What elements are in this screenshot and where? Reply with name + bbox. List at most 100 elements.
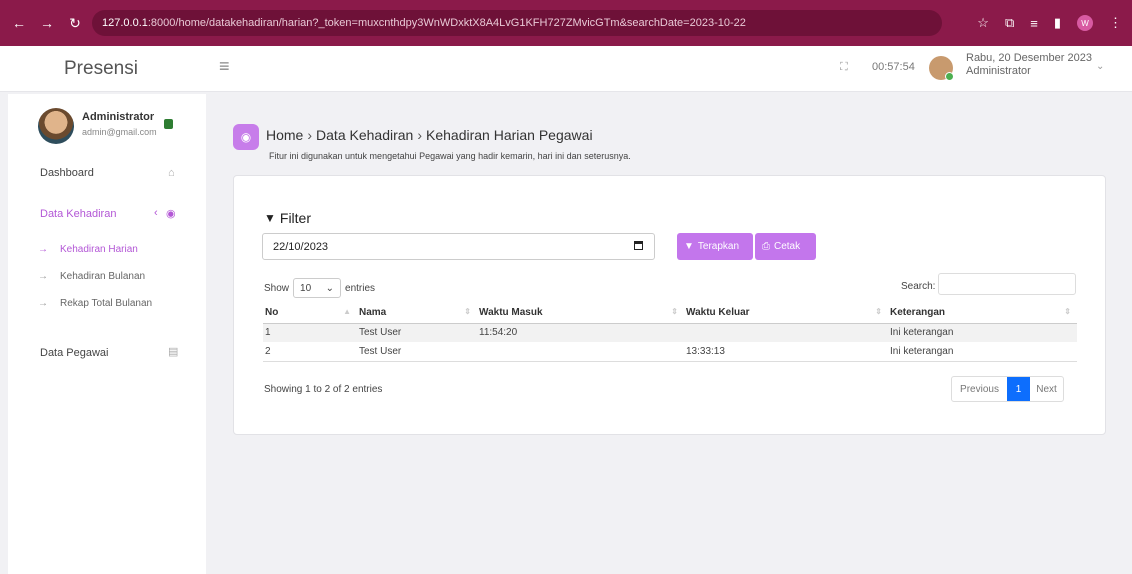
chevron-left-icon[interactable]: ‹ [154,207,158,219]
show-entries: Show 10 ⌄ entries [264,278,375,298]
cell-name: Test User [357,342,477,362]
apply-button[interactable]: ▼ Terapkan [677,233,753,260]
browser-menu-icon[interactable]: ⋮ [1109,15,1122,31]
bookmark-star-icon[interactable]: ☆ [977,15,989,31]
attendance-table: No ▲ Nama ⇕ Waktu Masuk ⇕ Waktu Keluar ⇕ Ket… [263,302,1077,362]
column-label: Waktu Masuk [479,306,543,318]
cell-notes: Ini keterangan [888,323,1077,342]
column-header-no[interactable]: No ▲ [263,302,357,324]
contact-book-icon: ▤ [168,346,179,358]
chevron-down-icon[interactable]: ⌄ [1096,61,1104,72]
column-header-time-in[interactable]: Waktu Masuk ⇕ [477,302,684,324]
reload-icon[interactable]: ↻ [68,15,82,32]
app-header: Presensi ≡ ⛶ 00:57:54 Rabu, 20 Desember … [0,46,1132,92]
reading-list-icon[interactable]: ≡ [1030,16,1038,31]
arrow-right-icon: → [38,271,48,282]
search-label: Search: [901,281,936,292]
current-date[interactable]: Rabu, 20 Desember 2023 [966,51,1092,65]
entries-label: entries [345,282,376,294]
page-size-value: 10 [300,282,312,294]
home-icon: ⌂ [168,167,175,179]
date-field[interactable] [262,233,655,260]
arrow-right-icon: → [38,244,48,255]
back-icon[interactable]: ← [12,15,26,31]
sidebar-item-attendance[interactable]: Data Kehadiran [40,208,116,220]
forward-icon[interactable]: → [40,15,54,31]
cell-time-in [477,342,684,362]
apply-label: Terapkan [697,241,740,252]
column-label: Waktu Keluar [686,306,750,318]
user-role[interactable]: Administrator [966,65,1031,77]
browser-toolbar: ← → ↻ ⓘ 127.0.0.1 :8000/home/datakehadir… [0,0,1132,46]
clock: 00:57:54 [872,61,915,73]
column-header-notes[interactable]: Keterangan ⇕ [888,302,1077,324]
sort-icon: ⇕ [671,307,678,316]
sort-icon: ⇕ [1064,307,1071,316]
table-row: 2 Test User 13:33:13 Ini keterangan [263,342,1077,362]
page-subtitle: Fitur ini digunakan untuk mengetahui Peg… [269,151,631,161]
target-icon: ◉ [166,208,176,220]
sidebar-item-dashboard[interactable]: Dashboard [40,167,94,179]
hamburger-menu-icon[interactable]: ≡ [219,56,230,77]
print-label: Cetak [774,241,801,252]
profile-name: Administrator [82,111,155,123]
profile-email: admin@gmail.com [82,127,157,137]
breadcrumb-current: Kehadiran Harian Pegawai [426,127,593,143]
page-icon: ◉ [233,124,259,150]
filter-heading: ▼ Filter [264,210,311,226]
cell-name: Test User [357,323,477,342]
cell-notes: Ini keterangan [888,342,1077,362]
attendance-card: ▼ Filter ▼Terapkan ⎙Cetak Show 10⌄ entri… [233,175,1106,435]
sidebar-subitem-label: Kehadiran Harian [60,244,138,255]
fullscreen-icon[interactable]: ⛶ [840,61,848,74]
sidebar-subitem-daily[interactable]: → Kehadiran Harian [38,244,138,255]
sort-icon: ⇕ [464,307,471,316]
column-header-name[interactable]: Nama ⇕ [357,302,477,324]
column-header-time-out[interactable]: Waktu Keluar ⇕ [684,302,888,324]
sidebar-subitem-recap[interactable]: → Rekap Total Bulanan [38,298,152,309]
column-label: Keterangan [890,306,946,318]
extensions-icon[interactable]: ⧉ [1005,15,1014,31]
funnel-icon: ▼ [264,211,276,225]
sidebar-subitem-monthly[interactable]: → Kehadiran Bulanan [38,271,145,282]
cell-no: 2 [263,342,357,362]
search-input[interactable] [938,273,1076,295]
page-size-select[interactable]: 10 ⌄ [293,278,342,298]
column-label: No [265,306,279,318]
table-header-row: No ▲ Nama ⇕ Waktu Masuk ⇕ Waktu Keluar ⇕ Ket… [263,302,1077,324]
breadcrumb-attendance[interactable]: Data Kehadiran [316,127,413,143]
pagination: Previous 1 Next [951,376,1064,402]
cell-no: 1 [263,323,357,342]
sidepanel-icon[interactable]: ▮ [1054,15,1061,31]
print-button[interactable]: ⎙ Cetak [755,233,816,260]
calendar-icon[interactable] [634,241,643,250]
funnel-icon: ▼ [684,241,694,252]
table-info: Showing 1 to 2 of 2 entries [264,384,383,395]
user-avatar[interactable] [929,56,954,81]
previous-page-button[interactable]: Previous [952,377,1007,401]
cell-time-in: 11:54:20 [477,323,684,342]
breadcrumb-separator-icon: › [417,127,422,143]
page-1-button[interactable]: 1 [1007,377,1030,401]
show-label: Show [264,282,290,294]
table-row: 1 Test User 11:54:20 Ini keterangan [263,323,1077,342]
filter-title: Filter [279,210,312,226]
arrow-right-icon: → [38,298,48,309]
column-label: Nama [359,306,387,318]
sidebar-item-employees[interactable]: Data Pegawai [40,347,109,359]
next-page-button[interactable]: Next [1030,377,1063,401]
sidebar-subitem-label: Rekap Total Bulanan [60,298,153,309]
chevron-down-icon: ⌄ [325,282,335,294]
printer-icon: ⎙ [762,241,770,252]
sidebar-subitem-label: Kehadiran Bulanan [60,271,146,282]
breadcrumb-separator-icon: › [307,127,313,143]
url-host: 127.0.0.1 [102,17,148,29]
breadcrumb-home[interactable]: Home [266,127,303,143]
cell-time-out [684,323,888,342]
profile-avatar[interactable]: W [1077,15,1093,31]
app-brand[interactable]: Presensi [64,58,138,80]
sidebar: Administrator admin@gmail.com Dashboard … [8,94,206,574]
cell-time-out: 13:33:13 [684,342,888,362]
address-bar[interactable]: ⓘ 127.0.0.1 :8000/home/datakehadiran/har… [92,10,942,36]
sort-icon: ▲ [343,307,351,316]
